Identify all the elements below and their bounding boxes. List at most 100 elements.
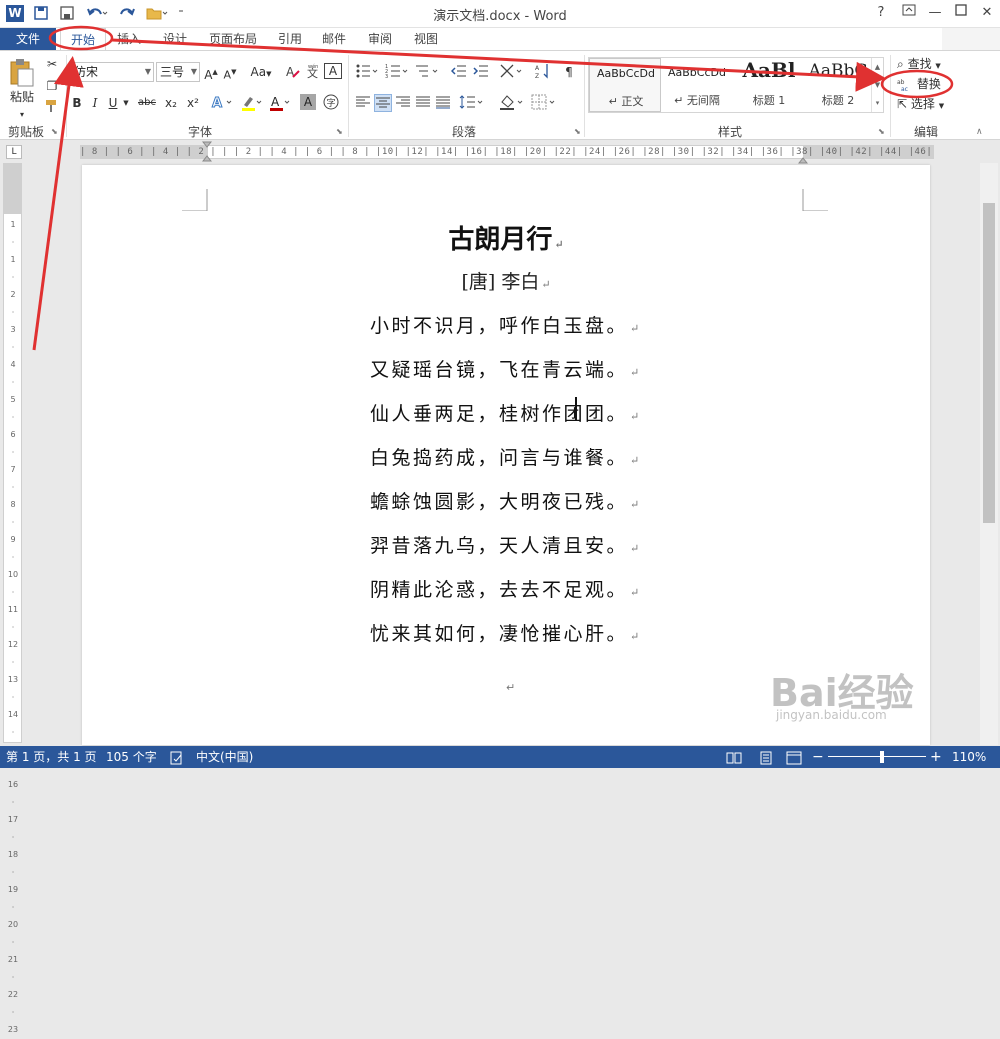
poem-line[interactable]: 又疑瑶台镜，飞在青云端。 ↵ — [370, 355, 670, 382]
tab-page-layout[interactable]: 页面布局 — [202, 28, 264, 50]
tab-home[interactable]: 开始 — [60, 28, 106, 50]
gallery-more-icon[interactable]: ▾ — [872, 94, 883, 112]
change-case-button[interactable]: Aa▼ — [248, 63, 274, 81]
poem-line[interactable]: 蟾蜍蚀圆影，大明夜已残。 ↵ — [370, 487, 670, 514]
character-border-icon[interactable]: A — [324, 63, 342, 79]
ribbon-display-icon[interactable] — [898, 3, 920, 23]
tab-review[interactable]: 审阅 — [362, 28, 398, 50]
align-left-icon[interactable] — [354, 94, 372, 112]
gallery-down-icon[interactable]: ▼ — [872, 76, 883, 94]
shading-icon[interactable] — [498, 94, 528, 112]
poem-line[interactable]: 忧来其如何，凄怆摧心肝。 ↵ — [370, 619, 670, 646]
tab-design[interactable]: 设计 — [156, 28, 194, 50]
bullets-icon[interactable] — [354, 63, 382, 81]
right-indent-marker-icon[interactable] — [797, 153, 809, 164]
style-no-spacing[interactable]: AaBbCcDd ↵ 无间隔 — [661, 58, 733, 112]
bold-button[interactable]: B — [70, 94, 84, 112]
sort-icon[interactable]: AZ — [534, 63, 554, 81]
zoom-level[interactable]: 110% — [952, 746, 986, 768]
find-button[interactable]: ⌕ 查找 ▼ — [897, 55, 957, 73]
poem-line[interactable]: 仙人垂两足，桂树作团团。 ↵ — [370, 399, 670, 426]
close-icon[interactable]: ✕ — [976, 3, 998, 23]
read-mode-icon[interactable] — [726, 746, 742, 768]
zoom-slider-thumb[interactable] — [879, 751, 884, 763]
paste-dropdown-icon[interactable]: ▾ — [14, 106, 30, 124]
vertical-scrollbar[interactable] — [980, 163, 998, 745]
font-size-select[interactable]: 三号 ▼ — [156, 62, 200, 82]
text-effects-icon[interactable]: A — [210, 94, 236, 112]
style-normal[interactable]: AaBbCcDd ↵ 正文 — [589, 58, 661, 112]
show-marks-icon[interactable]: ¶ — [560, 63, 578, 81]
minimize-icon[interactable]: — — [924, 3, 946, 23]
web-layout-icon[interactable] — [786, 746, 802, 768]
superscript-button[interactable]: x² — [184, 94, 202, 112]
collapse-ribbon-icon[interactable]: ∧ — [976, 127, 983, 137]
clipboard-launcher-icon[interactable]: ⬊ — [51, 127, 58, 136]
paragraph-launcher-icon[interactable]: ⬊ — [574, 127, 581, 136]
word-count[interactable]: 105 个字 — [106, 746, 157, 768]
paste-icon[interactable] — [8, 57, 36, 87]
gallery-scroll[interactable]: ▲ ▼ ▾ — [871, 58, 883, 112]
vertical-ruler[interactable]: 1·1·2·3·4·5·6·7·8·9·10·11·12·13·14·15·16… — [3, 163, 22, 1034]
borders-icon[interactable] — [530, 94, 560, 112]
tab-references[interactable]: 引用 — [272, 28, 308, 50]
shrink-font-icon[interactable]: A▼ — [222, 63, 238, 82]
poem-line[interactable]: 阴精此沦惑，去去不足观。 ↵ — [370, 575, 670, 602]
phonetic-guide-icon[interactable]: 文 wén — [304, 63, 322, 81]
highlight-icon[interactable] — [240, 94, 266, 112]
style-heading-1[interactable]: AaBl 标题 1 — [733, 58, 805, 112]
clear-format-icon[interactable]: A — [284, 63, 302, 81]
maximize-icon[interactable] — [950, 3, 972, 23]
font-family-select[interactable]: 仿宋 ▼ — [70, 62, 154, 82]
align-right-icon[interactable] — [394, 94, 412, 112]
zoom-slider[interactable] — [828, 756, 926, 757]
zoom-in-icon[interactable]: + — [930, 746, 942, 768]
tab-insert[interactable]: 插入 — [110, 28, 148, 50]
subscript-button[interactable]: x₂ — [162, 94, 180, 112]
paste-button[interactable]: 粘贴 — [6, 88, 38, 106]
poem-line[interactable]: 小时不识月，呼作白玉盘。 ↵ — [370, 311, 670, 338]
poem-line[interactable]: 白兔捣药成，问言与谁餐。 ↵ — [370, 443, 670, 470]
tab-mailings[interactable]: 邮件 — [316, 28, 352, 50]
styles-launcher-icon[interactable]: ⬊ — [878, 127, 885, 136]
horizontal-ruler[interactable]: L | 8 | | 6 | | 4 | | 2 | | | 2 | | 4 | … — [0, 141, 1000, 164]
decrease-indent-icon[interactable] — [450, 63, 468, 81]
proofing-icon[interactable] — [170, 746, 184, 768]
format-painter-icon[interactable] — [44, 99, 60, 117]
cut-icon[interactable]: ✂ — [44, 55, 60, 73]
italic-button[interactable]: I — [88, 94, 102, 112]
account-area[interactable] — [942, 28, 1000, 50]
poem-line[interactable]: 羿昔落九乌，天人清且安。 ↵ — [370, 531, 670, 558]
strikethrough-button[interactable]: abc — [136, 94, 158, 112]
replace-button[interactable]: ab ac 替换 — [897, 75, 953, 93]
style-heading-2[interactable]: AaBbC 标题 2 — [805, 58, 871, 112]
chinese-layout-icon[interactable] — [498, 63, 528, 81]
poem-author[interactable]: [唐] 李白 ↵ — [82, 267, 930, 294]
gallery-up-icon[interactable]: ▲ — [872, 58, 883, 76]
copy-icon[interactable]: ❐ — [44, 77, 60, 95]
tab-view[interactable]: 视图 — [408, 28, 444, 50]
help-icon[interactable]: ? — [870, 3, 892, 23]
underline-dropdown-icon[interactable]: ▼ — [121, 94, 131, 112]
line-spacing-icon[interactable] — [458, 94, 488, 112]
indent-marker-icon[interactable] — [201, 141, 213, 163]
numbering-icon[interactable]: 123 — [384, 63, 412, 81]
tab-file[interactable]: 文件 — [0, 28, 56, 50]
font-launcher-icon[interactable]: ⬊ — [336, 127, 343, 136]
scrollbar-thumb[interactable] — [983, 203, 995, 523]
styles-gallery[interactable]: AaBbCcDd ↵ 正文 AaBbCcDd ↵ 无间隔 AaBl 标题 1 A… — [588, 57, 884, 113]
print-layout-icon[interactable] — [758, 746, 774, 768]
enclose-characters-icon[interactable]: 字 — [322, 94, 340, 112]
zoom-out-icon[interactable]: − — [812, 746, 824, 768]
distributed-icon[interactable] — [434, 94, 452, 112]
tab-stop-selector[interactable]: L — [6, 145, 22, 159]
grow-font-icon[interactable]: A▲ — [203, 63, 219, 82]
character-shading-icon[interactable]: A — [300, 94, 316, 110]
multilevel-list-icon[interactable] — [414, 63, 442, 81]
align-center-icon[interactable] — [374, 94, 392, 112]
poem-title[interactable]: 古朗月行 ↵ — [82, 219, 930, 256]
justify-icon[interactable] — [414, 94, 432, 112]
underline-button[interactable]: U — [106, 94, 120, 112]
font-color-icon[interactable]: A — [268, 94, 294, 112]
language[interactable]: 中文(中国) — [196, 746, 253, 768]
